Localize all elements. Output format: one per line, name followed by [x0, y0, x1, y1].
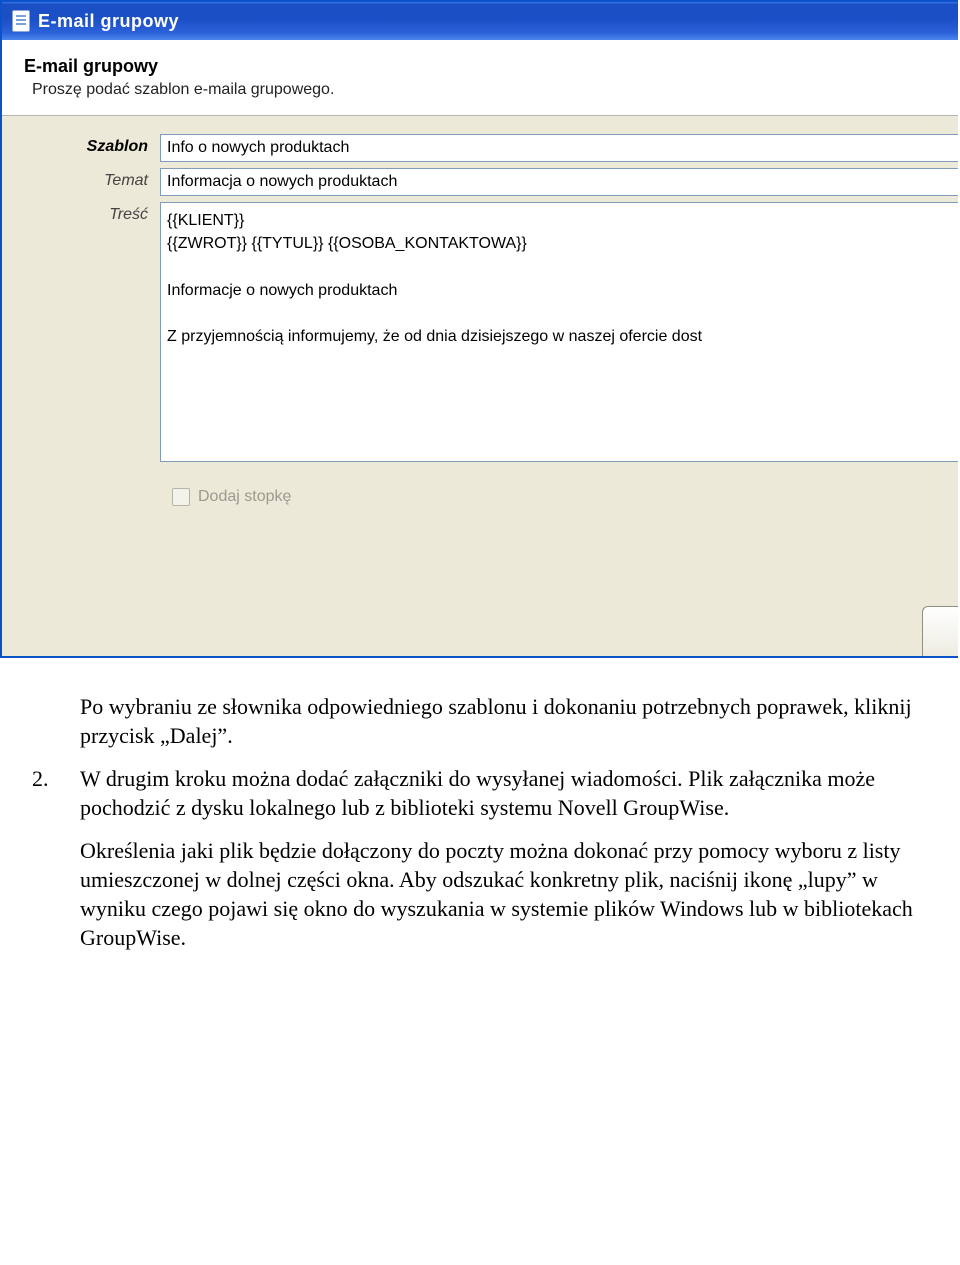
dialog-window: E-mail grupowy E-mail grupowy Proszę pod…	[0, 0, 958, 658]
dialog-title: E-mail grupowy	[24, 56, 936, 77]
wizard-button-partial[interactable]	[922, 606, 958, 656]
document-body: Po wybraniu ze słownika odpowiedniego sz…	[0, 658, 960, 990]
list-item-2: 2. W drugim kroku można dodać załączniki…	[80, 764, 930, 966]
checkbox-dodaj-stopke[interactable]	[172, 488, 190, 506]
row-szablon: Szablon Info o nowych produktach	[30, 134, 958, 162]
window-title: E-mail grupowy	[38, 11, 179, 32]
input-temat[interactable]: Informacja o nowych produktach	[160, 168, 958, 196]
list-number-2: 2.	[32, 764, 80, 793]
paragraph-2: W drugim kroku można dodać załączniki do…	[80, 764, 930, 822]
dialog-header: E-mail grupowy Proszę podać szablon e-ma…	[2, 40, 958, 116]
row-temat: Temat Informacja o nowych produktach	[30, 168, 958, 196]
titlebar[interactable]: E-mail grupowy	[2, 2, 958, 40]
paragraph-1: Po wybraniu ze słownika odpowiedniego sz…	[80, 692, 930, 750]
label-temat: Temat	[30, 168, 160, 190]
label-szablon: Szablon	[30, 134, 160, 156]
label-tresc: Treść	[30, 202, 160, 224]
window-icon	[12, 10, 30, 32]
paragraph-3: Określenia jaki plik będzie dołączony do…	[80, 836, 930, 952]
label-dodaj-stopke: Dodaj stopkę	[198, 488, 291, 506]
row-tresc: Treść {{KLIENT}} {{ZWROT}} {{TYTUL}} {{O…	[30, 202, 958, 462]
input-szablon[interactable]: Info o nowych produktach	[160, 134, 958, 162]
form-area: Szablon Info o nowych produktach Temat I…	[2, 116, 958, 656]
textarea-tresc[interactable]: {{KLIENT}} {{ZWROT}} {{TYTUL}} {{OSOBA_K…	[160, 202, 958, 462]
dialog-subtitle: Proszę podać szablon e-maila grupowego.	[32, 81, 936, 99]
row-dodaj-stopke: Dodaj stopkę	[172, 488, 958, 506]
